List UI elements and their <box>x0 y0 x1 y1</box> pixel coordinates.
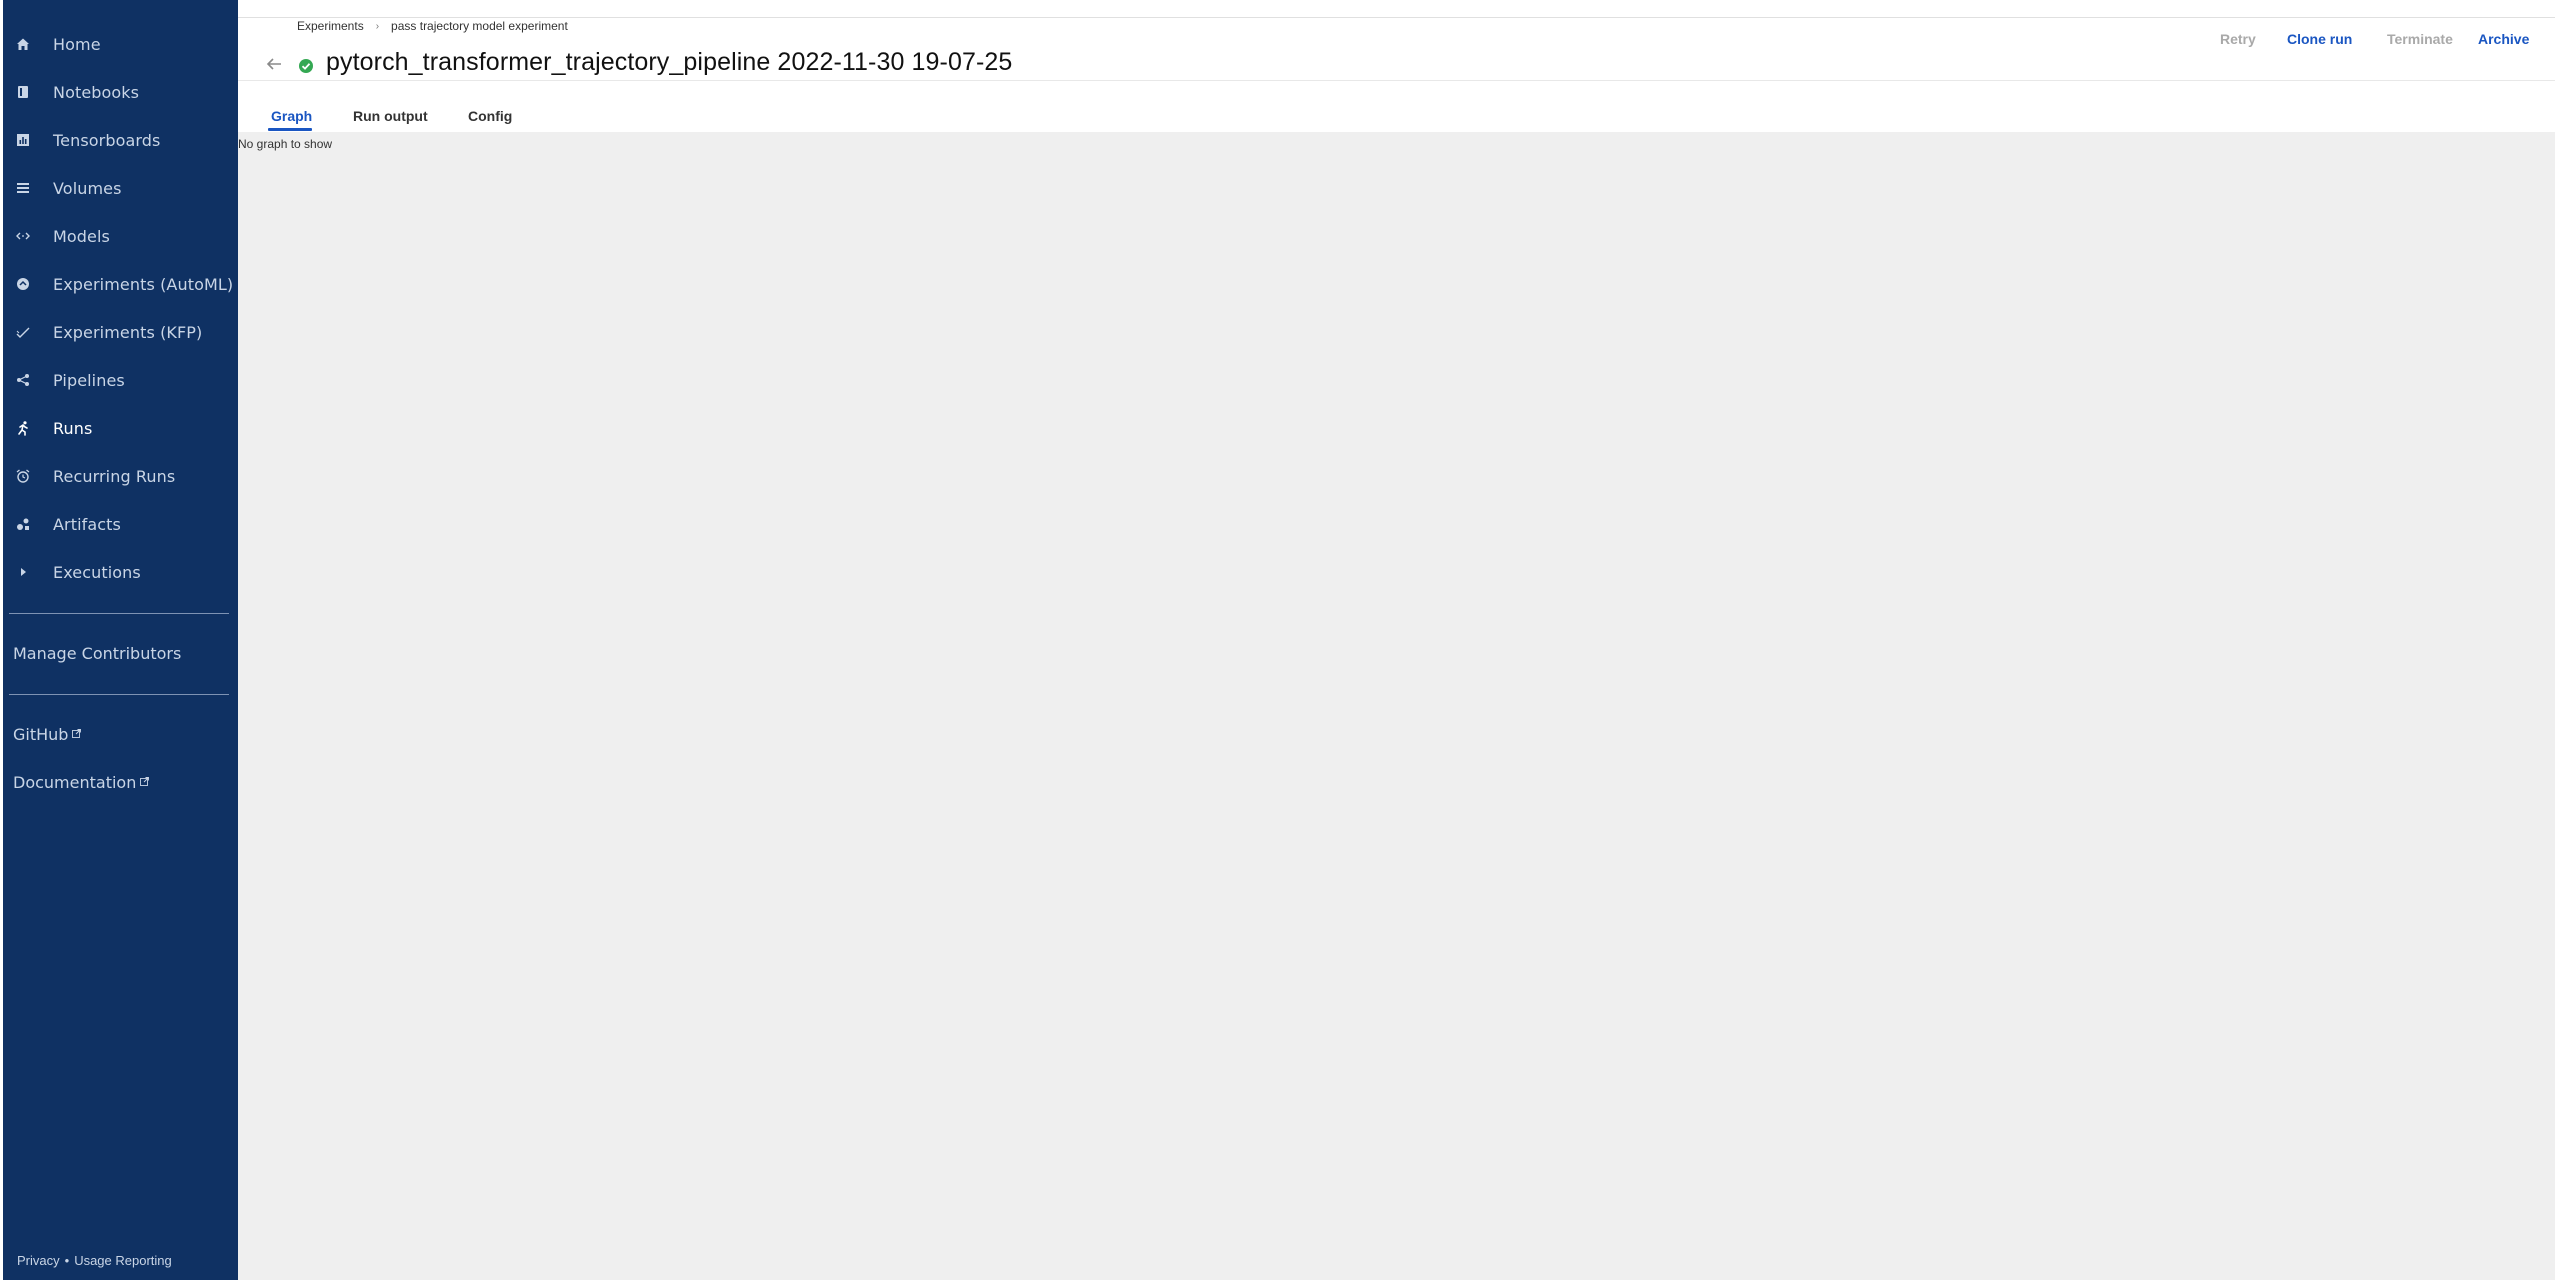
sidebar: Home Notebooks Tensorboards Volumes Mode… <box>3 0 238 1280</box>
sidebar-item-label: Notebooks <box>53 82 140 102</box>
sidebar-item-models[interactable]: Models <box>3 214 238 258</box>
terminate-button[interactable]: Terminate <box>2387 31 2453 47</box>
kfp-icon <box>13 322 33 342</box>
play-icon <box>13 562 33 582</box>
archive-button[interactable]: Archive <box>2478 31 2529 47</box>
sidebar-item-label: Volumes <box>53 178 122 198</box>
header-divider <box>238 80 2555 81</box>
external-link-icon <box>140 771 150 790</box>
sidebar-item-tensorboards[interactable]: Tensorboards <box>3 118 238 162</box>
pipelines-icon <box>13 370 33 390</box>
sidebar-item-recurring-runs[interactable]: Recurring Runs <box>3 454 238 498</box>
main-content: Experiments › pass trajectory model expe… <box>238 0 2555 1280</box>
clone-run-button[interactable]: Clone run <box>2287 31 2352 47</box>
manage-contributors-link[interactable]: Manage Contributors <box>13 644 181 663</box>
runs-icon <box>13 418 33 438</box>
breadcrumb-experiments[interactable]: Experiments <box>297 19 364 33</box>
sidebar-item-label: Models <box>53 226 110 246</box>
alarm-icon <box>13 466 33 486</box>
github-link[interactable]: GitHub <box>13 723 82 744</box>
sidebar-item-executions[interactable]: Executions <box>3 550 238 594</box>
usage-reporting-link[interactable]: Usage Reporting <box>74 1253 172 1268</box>
tab-graph[interactable]: Graph <box>271 108 312 124</box>
artifacts-icon <box>13 514 33 534</box>
sidebar-item-label: Recurring Runs <box>53 466 176 486</box>
sidebar-item-label: Tensorboards <box>53 130 161 150</box>
sidebar-item-label: Experiments (KFP) <box>53 322 203 342</box>
breadcrumb-experiment[interactable]: pass trajectory model experiment <box>391 19 568 33</box>
documentation-link[interactable]: Documentation <box>13 771 150 792</box>
documentation-link-label: Documentation <box>13 773 137 792</box>
empty-graph-message: No graph to show <box>238 137 333 151</box>
volumes-icon <box>13 178 33 198</box>
tab-run-output[interactable]: Run output <box>353 108 428 124</box>
sidebar-item-label: Artifacts <box>53 514 121 534</box>
automl-icon <box>13 274 33 294</box>
sidebar-item-label: Runs <box>53 418 93 438</box>
breadcrumb: Experiments › pass trajectory model expe… <box>297 19 568 33</box>
sidebar-item-experiments-kfp[interactable]: Experiments (KFP) <box>3 310 238 354</box>
sidebar-item-label: Executions <box>53 562 141 582</box>
retry-button[interactable]: Retry <box>2220 31 2256 47</box>
tensorboard-icon <box>13 130 33 150</box>
active-tab-indicator <box>268 128 312 131</box>
models-icon <box>13 226 33 246</box>
home-icon <box>13 34 33 54</box>
graph-canvas[interactable]: No graph to show <box>238 132 2555 1280</box>
back-arrow-icon[interactable] <box>262 52 286 76</box>
github-link-label: GitHub <box>13 725 69 744</box>
sidebar-footer: Privacy • Usage Reporting <box>17 1253 172 1268</box>
sidebar-item-artifacts[interactable]: Artifacts <box>3 502 238 546</box>
sidebar-item-volumes[interactable]: Volumes <box>3 166 238 210</box>
sidebar-item-notebooks[interactable]: Notebooks <box>3 70 238 114</box>
app-root: Home Notebooks Tensorboards Volumes Mode… <box>0 0 2555 1280</box>
sidebar-item-experiments-automl[interactable]: Experiments (AutoML) <box>3 262 238 306</box>
notebook-icon <box>13 82 33 102</box>
sidebar-item-label: Pipelines <box>53 370 125 390</box>
chevron-right-icon: › <box>375 20 380 32</box>
top-divider <box>238 17 2555 18</box>
sidebar-item-runs[interactable]: Runs <box>3 406 238 450</box>
sidebar-item-home[interactable]: Home <box>3 22 238 66</box>
success-check-icon <box>298 58 314 74</box>
tab-config[interactable]: Config <box>468 108 512 124</box>
external-link-icon <box>72 723 82 742</box>
sidebar-item-pipelines[interactable]: Pipelines <box>3 358 238 402</box>
page-title: pytorch_transformer_trajectory_pipeline … <box>326 48 1013 76</box>
privacy-link[interactable]: Privacy <box>17 1253 60 1268</box>
sidebar-item-label: Experiments (AutoML) <box>53 274 234 294</box>
sidebar-divider <box>9 613 229 614</box>
sidebar-item-label: Home <box>53 34 101 54</box>
sidebar-divider <box>9 694 229 695</box>
footer-separator: • <box>64 1253 70 1268</box>
